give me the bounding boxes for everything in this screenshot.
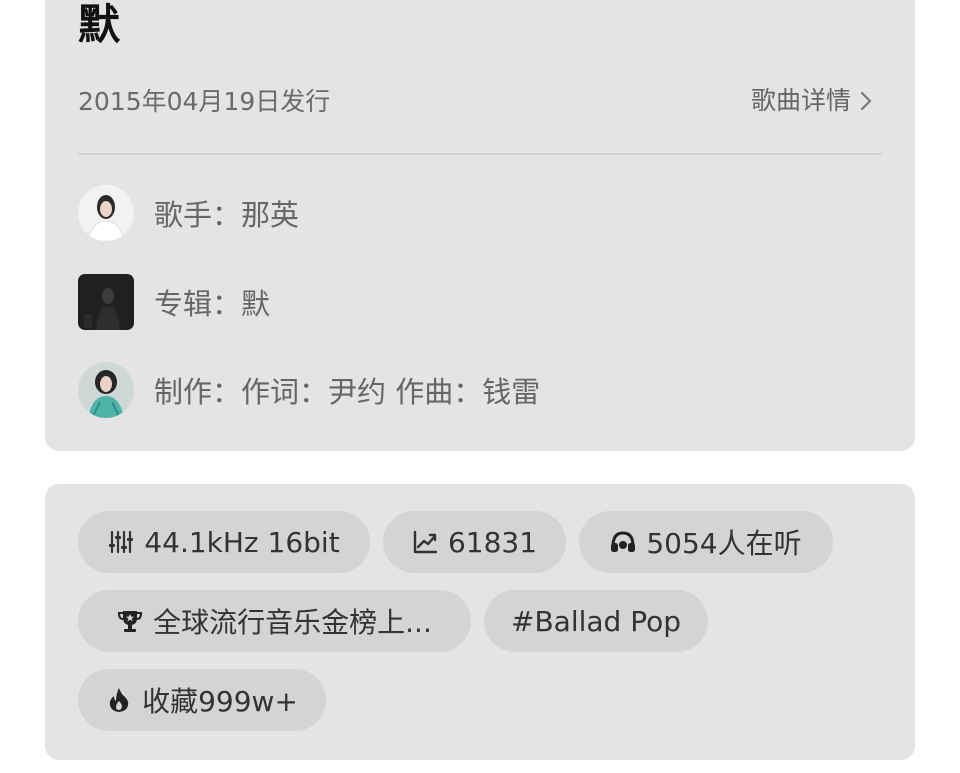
album-row[interactable]: 专辑：默	[78, 273, 270, 331]
equalizer-icon	[109, 530, 134, 554]
genre-label: #Ballad Pop	[511, 604, 682, 638]
trend-value: 61831	[447, 525, 538, 559]
song-info-card: 默 2015年04月19日发行 歌曲详情 歌手：那英 专辑：默 制作：作词：尹约…	[45, 0, 915, 451]
singer-text: 歌手：那英	[154, 198, 300, 232]
trophy-icon	[118, 611, 143, 632]
favorites-label: 收藏999w+	[142, 685, 298, 718]
favorites-chip[interactable]: 收藏999w+	[78, 669, 326, 731]
album-text: 专辑：默	[154, 287, 271, 321]
album-cover	[78, 274, 134, 330]
listeners-chip[interactable]: 5054人在听	[579, 511, 833, 573]
ranking-label: 全球流行音乐金榜上...	[153, 606, 432, 639]
song-detail-link[interactable]: 歌曲详情	[751, 88, 873, 113]
headphones-icon	[611, 531, 636, 552]
singer-row[interactable]: 歌手：那英	[78, 184, 299, 242]
chevron-right-icon	[860, 91, 872, 110]
ranking-chip[interactable]: 全球流行音乐金榜上...	[78, 590, 471, 652]
producer-avatar	[78, 362, 134, 418]
audio-quality-chip[interactable]: 44.1kHz 16bit	[78, 511, 370, 573]
release-date: 2015年04月19日发行	[78, 87, 331, 116]
genre-chip[interactable]: #Ballad Pop	[484, 590, 708, 652]
song-tags-card: 44.1kHz 16bit 61831 5054人在听 全球流行音乐金榜上...	[45, 484, 915, 760]
song-detail-label: 歌曲详情	[750, 86, 851, 115]
singer-avatar	[78, 185, 134, 241]
listeners-label: 5054人在听	[646, 527, 802, 560]
production-text: 制作：作词：尹约 作曲：钱雷	[154, 375, 541, 409]
song-title: 默	[78, 0, 121, 49]
flame-icon	[109, 688, 129, 712]
divider	[78, 153, 882, 155]
audio-quality-label: 44.1kHz 16bit	[144, 525, 340, 559]
production-row[interactable]: 制作：作词：尹约 作曲：钱雷	[78, 361, 540, 419]
trend-chip[interactable]: 61831	[383, 511, 566, 573]
trend-up-icon	[413, 530, 438, 554]
